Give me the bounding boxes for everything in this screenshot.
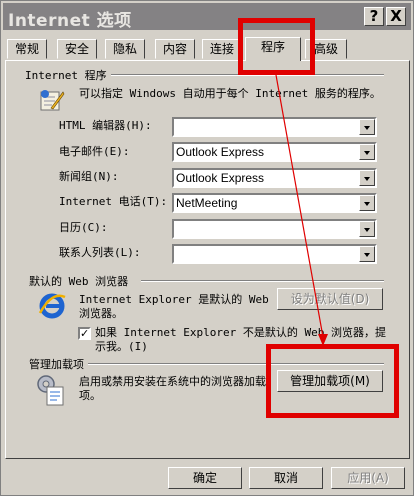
tab-programs[interactable]: 程序 [245,37,301,61]
internet-options-window: Internet 选项 ? X 常规 安全 隐私 内容 连接 程序 高级 Int… [0,0,414,496]
annotation-arrow [275,74,328,346]
